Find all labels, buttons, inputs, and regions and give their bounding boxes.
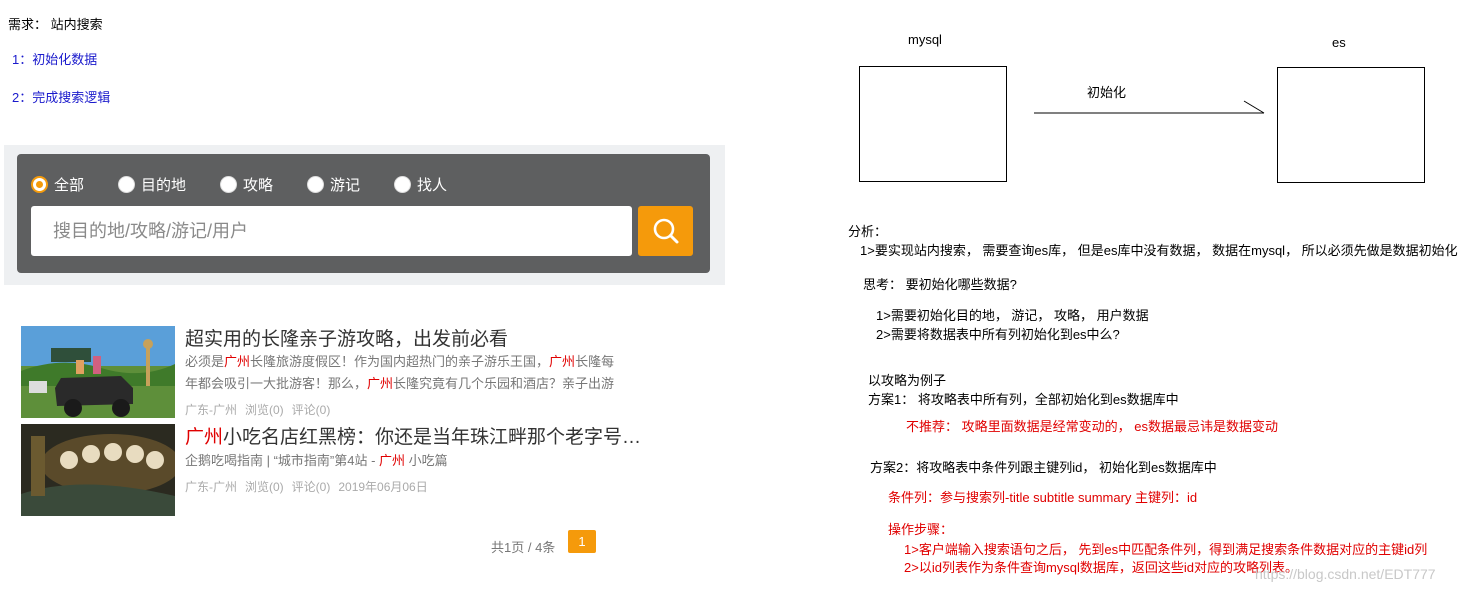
tab-label: 游记 (330, 176, 361, 194)
article-views: 浏览(0) (245, 403, 284, 417)
summary-highlight: 广州 (379, 453, 406, 468)
article-summary: 企鹅吃喝指南 | “城市指南”第4站 - 广州 小吃篇 (185, 450, 625, 472)
mysql-box (859, 66, 1007, 182)
article-title[interactable]: 广州小吃名店红黑榜：你还是当年珠江畔那个老字号… (185, 422, 641, 449)
step-2: 2>以id列表作为条件查询mysql数据库，返回这些id对应的攻略列表。 (904, 560, 1299, 575)
pager-summary: 共1页 / 4条 (491, 540, 556, 555)
mysql-label: mysql (908, 32, 942, 47)
summary-text: 长隆究竟有几个乐园和酒店？亲子出游 (393, 376, 615, 391)
requirement-item-1: 1：初始化数据 (12, 52, 98, 67)
tab-travelnote[interactable]: 游记 (307, 174, 360, 194)
search-widget: 全部 目的地 攻略 游记 找人 (4, 145, 725, 285)
steps-title: 操作步骤： (888, 522, 954, 537)
article-title[interactable]: 超实用的长隆亲子游攻略，出发前必看 (185, 324, 508, 351)
tab-label: 找人 (417, 176, 448, 194)
analysis-point-1: 1>要实现站内搜索， 需要查询es库， 但是es库中没有数据， 数据在mysql… (860, 243, 1458, 258)
article-comments: 评论(0) (291, 403, 331, 417)
article-comments: 评论(0) (291, 480, 331, 494)
summary-text: 必须是 (185, 354, 225, 369)
article-meta: 广东-广州 浏览(0) 评论(0) 2019年06月06日 (185, 478, 436, 495)
article-location: 广东-广州 (185, 403, 237, 417)
article-thumbnail[interactable] (21, 326, 175, 418)
article-views: 浏览(0) (245, 480, 284, 494)
search-icon (653, 218, 678, 244)
example-title: 以攻略为例子 (868, 373, 947, 388)
radio-icon (307, 175, 324, 193)
tab-destination[interactable]: 目的地 (118, 174, 186, 194)
article-thumbnail[interactable] (21, 424, 175, 516)
search-panel: 全部 目的地 攻略 游记 找人 (17, 154, 710, 273)
radio-checked-icon (31, 175, 48, 193)
think-point-1: 1>需要初始化目的地， 游记， 攻略， 用户数据 (876, 308, 1149, 323)
requirement-item-2: 2：完成搜索逻辑 (12, 90, 111, 105)
step-1: 1>客户端输入搜索语句之后， 先到es中匹配条件列，得到满足搜索条件数据对应的主… (904, 542, 1428, 557)
tab-people[interactable]: 找人 (394, 174, 447, 194)
plan-1: 方案1： 将攻略表中所有列，全部初始化到es数据库中 (868, 392, 1179, 407)
article-location: 广东-广州 (185, 480, 237, 494)
summary-text: 小吃篇 (405, 453, 448, 468)
think-point-2: 2>需要将数据表中所有列初始化到es中么? (876, 327, 1120, 342)
title-highlight: 广州 (185, 427, 224, 448)
tab-label: 攻略 (243, 176, 274, 194)
radio-icon (118, 175, 135, 193)
requirement-title: 需求： 站内搜索 (8, 17, 103, 32)
summary-highlight: 广州 (367, 376, 394, 391)
radio-icon (394, 175, 411, 193)
article-meta: 广东-广州 浏览(0) 评论(0) (185, 401, 338, 418)
analysis-title: 分析： (848, 224, 888, 239)
plan-2: 方案2：将攻略表中条件列跟主键列id， 初始化到es数据库中 (870, 460, 1217, 475)
tab-all[interactable]: 全部 (31, 174, 84, 194)
summary-highlight: 广州 (549, 354, 576, 369)
summary-text: 长隆旅游度假区！作为国内超热门的亲子游乐王国， (250, 354, 550, 369)
init-arrow (1034, 100, 1265, 114)
summary-text: 企鹅吃喝指南 | “城市指南”第4站 - (185, 453, 380, 468)
think-title: 思考： 要初始化哪些数据? (863, 277, 1017, 292)
radio-icon (220, 175, 237, 193)
es-label: es (1332, 35, 1346, 50)
summary-highlight: 广州 (224, 354, 251, 369)
plan-1-note: 不推荐： 攻略里面数据是经常变动的， es数据最忌讳是数据变动 (906, 419, 1278, 434)
tab-label: 全部 (54, 176, 85, 194)
title-text: 小吃名店红黑榜：你还是当年珠江畔那个老字号… (223, 427, 642, 448)
article-date: 2019年06月06日 (338, 480, 428, 494)
tab-strategy[interactable]: 攻略 (220, 174, 273, 194)
watermark: https://blog.csdn.net/EDT777 (1255, 566, 1436, 582)
tab-label: 目的地 (141, 176, 187, 194)
condition-columns: 条件列：参与搜索列-title subtitle summary 主键列：id (888, 490, 1198, 505)
search-input[interactable] (31, 206, 632, 256)
es-box (1277, 67, 1425, 183)
article-summary: 必须是广州长隆旅游度假区！作为国内超热门的亲子游乐王国，广州长隆每年都会吸引一大… (185, 351, 625, 395)
search-button[interactable] (638, 206, 693, 256)
page-button[interactable]: 1 (568, 530, 596, 553)
